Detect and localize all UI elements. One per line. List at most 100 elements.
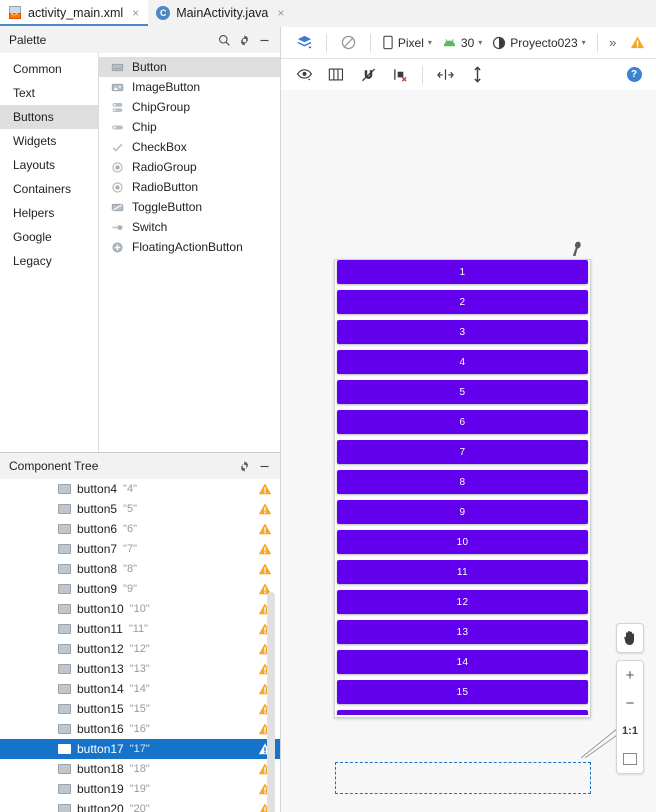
close-icon[interactable]: × [132, 7, 139, 19]
table-row[interactable]: button8 "8" [0, 559, 280, 579]
minimize-icon[interactable] [254, 456, 274, 476]
wrench-icon[interactable] [569, 241, 583, 257]
autoconnect-off-icon[interactable] [352, 63, 384, 87]
button-node-icon [58, 484, 71, 494]
table-row[interactable]: button10 "10" [0, 599, 280, 619]
preview-button[interactable]: 12 [337, 590, 588, 614]
palette-category-helpers[interactable]: Helpers [0, 201, 98, 225]
warning-icon[interactable] [258, 502, 272, 516]
palette-item-radiobutton[interactable]: RadioButton [99, 177, 280, 197]
xml-layout-icon [8, 6, 22, 20]
table-row-selected[interactable]: button17 "17" [0, 739, 280, 759]
warning-icon[interactable] [258, 522, 272, 536]
layers-icon[interactable] [288, 31, 320, 55]
preview-button[interactable]: 1 [337, 260, 588, 284]
table-row[interactable]: button20 "20" [0, 799, 280, 812]
eye-visibility-icon[interactable] [288, 63, 320, 87]
zoom-actual-size-button[interactable]: 1:1 [616, 717, 644, 745]
minimize-icon[interactable] [254, 30, 274, 50]
palette-category-containers[interactable]: Containers [0, 177, 98, 201]
palette-category-text[interactable]: Text [0, 81, 98, 105]
palette-item-chip[interactable]: Chip [99, 117, 280, 137]
palette-item-imagebutton[interactable]: ImageButton [99, 77, 280, 97]
overflow-icon[interactable]: » [603, 35, 621, 50]
table-row[interactable]: button19 "19" [0, 779, 280, 799]
zoom-fit-button[interactable] [616, 745, 644, 773]
palette-item-switch[interactable]: Switch [99, 217, 280, 237]
preview-button[interactable]: 3 [337, 320, 588, 344]
palette-category-buttons[interactable]: Buttons [0, 105, 98, 129]
warning-icon[interactable] [258, 562, 272, 576]
palette-category-layouts[interactable]: Layouts [0, 153, 98, 177]
table-row[interactable]: button14 "14" [0, 679, 280, 699]
palette-item-togglebutton[interactable]: ToggleButton [99, 197, 280, 217]
help-icon[interactable]: ? [618, 63, 650, 87]
blueprint-off-icon[interactable] [332, 31, 364, 55]
api-level-selector[interactable]: 30 ▾ [437, 31, 487, 55]
button-node-icon [58, 584, 71, 594]
palette-item-button[interactable]: Button [99, 57, 280, 77]
component-tree-title: Component Tree [9, 459, 99, 473]
device-selector[interactable]: Pixel ▾ [377, 31, 437, 55]
theme-selector[interactable]: Proyecto023 ▾ [487, 31, 590, 55]
button-node-icon [58, 624, 71, 634]
preview-button[interactable]: 10 [337, 530, 588, 554]
align-vertical-icon[interactable] [461, 63, 493, 87]
preview-button[interactable]: 15 [337, 680, 588, 704]
preview-button[interactable]: 11 [337, 560, 588, 584]
component-tree-list[interactable]: button4 "4" button5 "5" button6 "6" button7… [0, 479, 280, 812]
palette-category-common[interactable]: Common [0, 57, 98, 81]
zoom-in-button[interactable]: + [616, 661, 644, 689]
table-row[interactable]: button12 "12" [0, 639, 280, 659]
table-row[interactable]: button15 "15" [0, 699, 280, 719]
table-row[interactable]: button9 "9" [0, 579, 280, 599]
device-preview-frame[interactable]: 1 2 3 4 5 6 7 8 9 10 11 12 13 14 15 [334, 259, 591, 718]
preview-button[interactable]: 13 [337, 620, 588, 644]
preview-button[interactable]: 7 [337, 440, 588, 464]
image-button-icon [111, 83, 124, 91]
clear-constraints-icon[interactable] [384, 63, 416, 87]
design-canvas[interactable]: 1 2 3 4 5 6 7 8 9 10 11 12 13 14 15 + − … [281, 90, 656, 812]
close-icon[interactable]: × [277, 7, 284, 19]
table-row[interactable]: button13 "13" [0, 659, 280, 679]
palette-category-widgets[interactable]: Widgets [0, 129, 98, 153]
preview-button[interactable]: 8 [337, 470, 588, 494]
guidelines-icon[interactable] [320, 63, 352, 87]
table-row[interactable]: button16 "16" [0, 719, 280, 739]
align-horizontal-icon[interactable] [429, 63, 461, 87]
table-row[interactable]: button18 "18" [0, 759, 280, 779]
palette-item-radiogroup[interactable]: RadioGroup [99, 157, 280, 177]
preview-button[interactable]: 9 [337, 500, 588, 524]
palette-category-legacy[interactable]: Legacy [0, 249, 98, 273]
palette-item-chipgroup[interactable]: ChipGroup [99, 97, 280, 117]
palette-category-google[interactable]: Google [0, 225, 98, 249]
button-node-icon [58, 744, 71, 754]
gear-icon[interactable] [234, 456, 254, 476]
pan-tool-button[interactable] [616, 623, 644, 653]
selected-component-outline[interactable] [335, 762, 591, 794]
table-row[interactable]: button11 "11" [0, 619, 280, 639]
preview-button[interactable]: 5 [337, 380, 588, 404]
zoom-out-button[interactable]: − [616, 689, 644, 717]
search-icon[interactable] [214, 30, 234, 50]
preview-button[interactable]: 4 [337, 350, 588, 374]
table-row[interactable]: button7 "7" [0, 539, 280, 559]
tab-main-activity-java[interactable]: C MainActivity.java × [148, 0, 294, 26]
warning-icon[interactable] [621, 31, 653, 55]
palette-item-floatingactionbutton[interactable]: FloatingActionButton [99, 237, 280, 257]
preview-button[interactable]: 6 [337, 410, 588, 434]
component-tree-scrollbar[interactable] [267, 592, 275, 812]
table-row[interactable]: button5 "5" [0, 499, 280, 519]
fab-icon [112, 241, 123, 253]
preview-button[interactable]: 2 [337, 290, 588, 314]
table-row[interactable]: button4 "4" [0, 479, 280, 499]
chevron-down-icon: ▾ [581, 38, 586, 47]
gear-icon[interactable] [234, 30, 254, 50]
preview-button[interactable]: 14 [337, 650, 588, 674]
tab-activity-main-xml[interactable]: activity_main.xml × [0, 0, 149, 26]
palette-item-checkbox[interactable]: CheckBox [99, 137, 280, 157]
warning-icon[interactable] [258, 542, 272, 556]
preview-button[interactable] [337, 710, 588, 715]
warning-icon[interactable] [258, 482, 272, 496]
table-row[interactable]: button6 "6" [0, 519, 280, 539]
